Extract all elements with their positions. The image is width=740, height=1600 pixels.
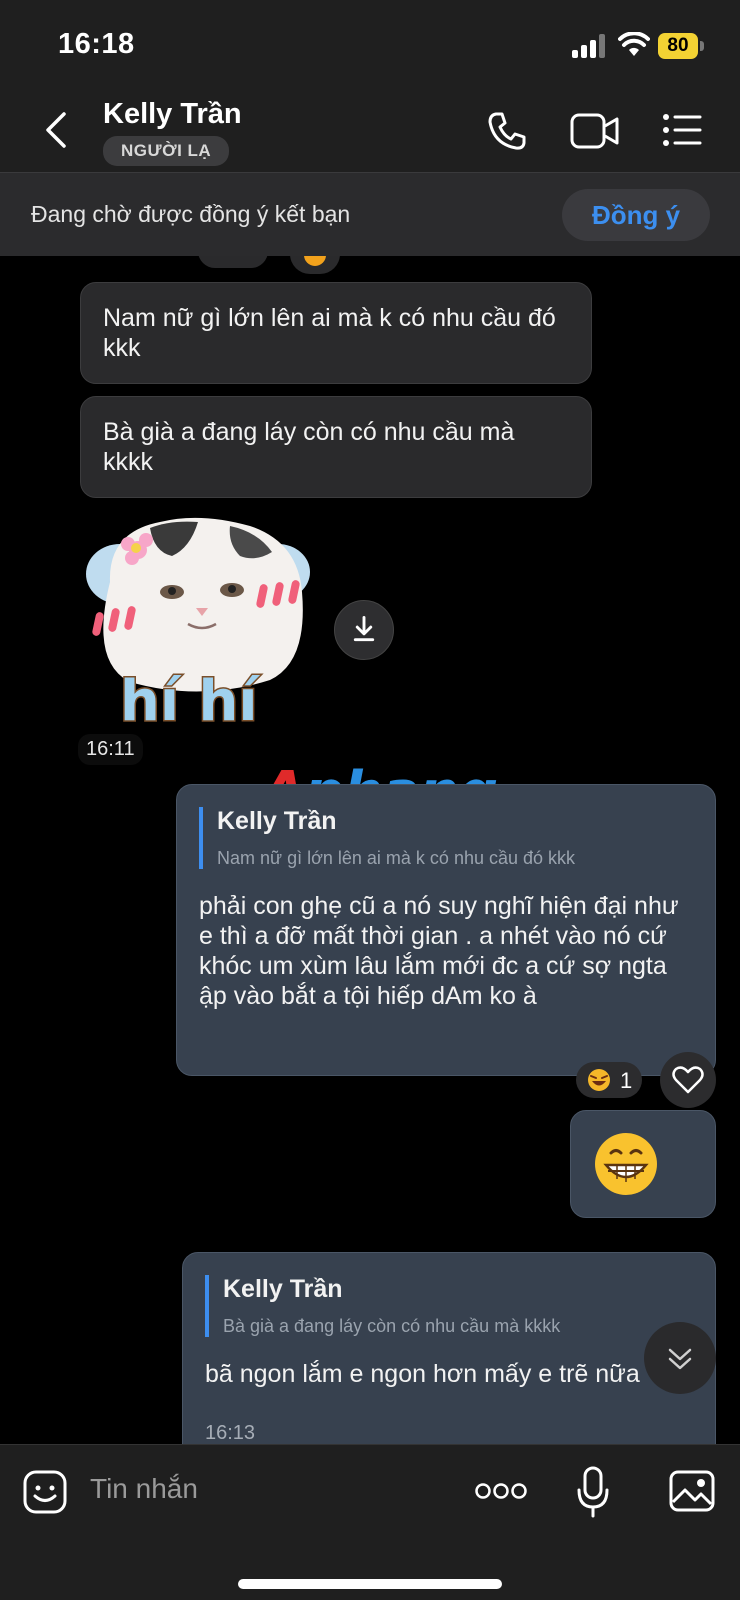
microphone-icon[interactable]	[576, 1465, 610, 1519]
more-options-icon[interactable]	[474, 1481, 528, 1501]
sticker-picker-icon[interactable]	[22, 1469, 68, 1515]
message-text: phải con ghẹ cũ a nó suy nghĩ hiện đại n…	[199, 892, 679, 1010]
friend-request-banner: Đang chờ được đồng ý kết bạn Đồng ý	[0, 172, 740, 256]
battery-level: 80	[658, 33, 698, 59]
quoted-message[interactable]: Kelly Trần Nam nữ gì lớn lên ai mà k có …	[199, 807, 575, 869]
home-indicator	[238, 1579, 502, 1589]
stranger-badge: NGƯỜI LẠ	[103, 136, 230, 166]
photo-gallery-icon[interactable]	[668, 1469, 716, 1513]
laughing-emoji-icon	[588, 1069, 610, 1091]
contact-name[interactable]: Kelly Trần	[103, 98, 242, 131]
sticker-caption: hí hí	[120, 669, 260, 732]
chat-header: Kelly Trần NGƯỜI LẠ	[0, 90, 740, 172]
accept-friend-button[interactable]: Đồng ý	[562, 189, 710, 241]
grinning-emoji-icon	[595, 1133, 657, 1195]
status-time: 16:18	[58, 28, 135, 60]
friend-request-text: Đang chờ được đồng ý kết bạn	[31, 201, 351, 227]
message-input-bar: Tin nhắn	[0, 1444, 740, 1600]
phone-icon[interactable]	[486, 110, 528, 152]
message-text: bã ngon lắm e ngon hơn mấy e trẽ nữa	[205, 1360, 640, 1388]
sticker-time: 16:11	[78, 734, 143, 765]
heart-icon[interactable]	[660, 1052, 716, 1108]
reaction-pill-partial[interactable]	[198, 256, 268, 268]
menu-list-icon[interactable]	[662, 112, 702, 148]
reaction-count: 1	[620, 1068, 633, 1093]
quote-text: Bà già a đang láy còn có nhu cầu mà kkkk	[223, 1316, 561, 1336]
outgoing-reply-message[interactable]: Kelly Trần Nam nữ gì lớn lên ai mà k có …	[176, 784, 716, 1076]
reaction-button-partial[interactable]	[290, 256, 340, 274]
outgoing-reply-message[interactable]: Kelly Trần Bà già a đang láy còn có nhu …	[182, 1252, 716, 1444]
incoming-message[interactable]: Nam nữ gì lớn lên ai mà k có nhu cầu đó …	[80, 282, 592, 384]
reaction-pill[interactable]: 1	[576, 1062, 642, 1098]
quoted-message[interactable]: Kelly Trần Bà già a đang láy còn có nhu …	[205, 1275, 560, 1337]
scroll-down-icon[interactable]	[644, 1322, 716, 1394]
incoming-message[interactable]: Bà già a đang láy còn có nhu cầu mà kkkk	[80, 396, 592, 498]
quote-author: Kelly Trần	[217, 807, 337, 835]
message-list[interactable]: Nam nữ gì lớn lên ai mà k có nhu cầu đó …	[0, 256, 740, 1444]
signal-icon	[572, 34, 608, 58]
message-input[interactable]: Tin nhắn	[90, 1473, 198, 1505]
video-call-icon[interactable]	[570, 112, 620, 150]
status-bar: 16:18 80	[0, 0, 740, 90]
download-icon[interactable]	[334, 600, 394, 660]
back-icon[interactable]	[40, 110, 72, 150]
battery-icon: 80	[658, 33, 704, 59]
cat-sticker[interactable]: hí hí	[80, 512, 316, 732]
quote-text: Nam nữ gì lớn lên ai mà k có nhu cầu đó …	[217, 848, 576, 868]
wifi-icon	[618, 32, 650, 56]
quote-author: Kelly Trần	[223, 1275, 343, 1303]
outgoing-emoji-message[interactable]	[570, 1110, 716, 1218]
message-time: 16:13	[205, 1422, 256, 1444]
